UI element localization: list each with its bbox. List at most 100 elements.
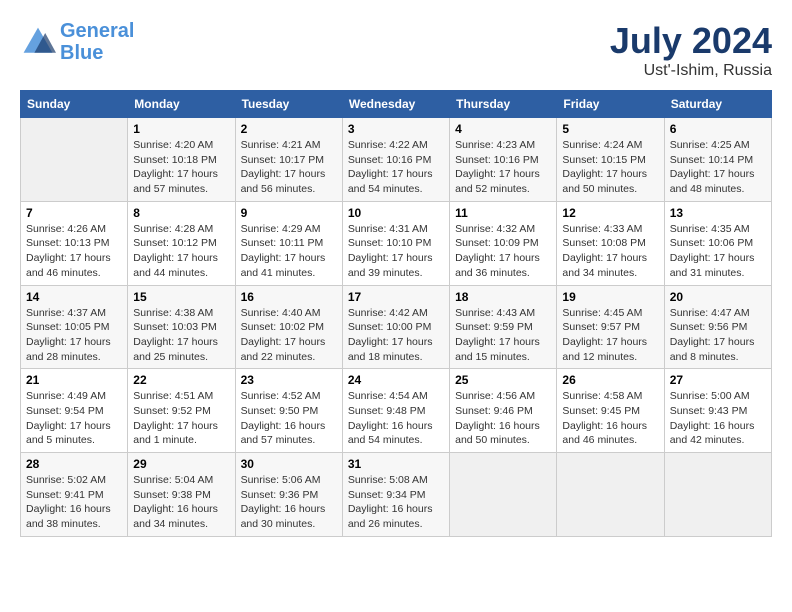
day-cell: 11Sunrise: 4:32 AM Sunset: 10:09 PM Dayl… [450, 201, 557, 285]
day-number: 5 [562, 122, 658, 136]
day-cell: 6 Sunrise: 4:25 AM Sunset: 10:14 PM Dayli… [664, 118, 771, 202]
day-number: 20 [670, 290, 766, 304]
page-header: General Blue July 2024 Ust'-Ishim, Russi… [20, 20, 772, 80]
day-cell: 18 Sunrise: 4:43 AM Sunset: 9:59 PM Dayli… [450, 285, 557, 369]
day-cell: 13 Sunrise: 4:35 AM Sunset: 10:06 PM Dayl… [664, 201, 771, 285]
day-number: 2 [241, 122, 337, 136]
weekday-header-thursday: Thursday [450, 91, 557, 118]
weekday-header-saturday: Saturday [664, 91, 771, 118]
day-number: 22 [133, 373, 229, 387]
day-number: 11 [455, 206, 551, 220]
day-number: 28 [26, 457, 122, 471]
day-cell [21, 118, 128, 202]
day-number: 24 [348, 373, 444, 387]
day-info: Sunrise: 5:02 AM Sunset: 9:41 PM Dayligh… [26, 473, 122, 532]
day-cell [664, 453, 771, 537]
day-number: 30 [241, 457, 337, 471]
day-cell [557, 453, 664, 537]
logo-text: General Blue [60, 20, 134, 64]
day-info: Sunrise: 4:33 AM Sunset: 10:08 PM Daylig… [562, 222, 658, 281]
day-cell: 28 Sunrise: 5:02 AM Sunset: 9:41 PM Dayli… [21, 453, 128, 537]
week-row-5: 28 Sunrise: 5:02 AM Sunset: 9:41 PM Dayli… [21, 453, 772, 537]
day-cell: 27 Sunrise: 5:00 AM Sunset: 9:43 PM Dayli… [664, 369, 771, 453]
day-number: 15 [133, 290, 229, 304]
day-number: 29 [133, 457, 229, 471]
calendar-table: SundayMondayTuesdayWednesdayThursdayFrid… [20, 90, 772, 537]
day-cell: 19Sunrise: 4:45 AM Sunset: 9:57 PM Dayli… [557, 285, 664, 369]
day-number: 13 [670, 206, 766, 220]
day-info: Sunrise: 4:52 AM Sunset: 9:50 PM Dayligh… [241, 389, 337, 448]
day-cell: 10Sunrise: 4:31 AM Sunset: 10:10 PM Dayl… [342, 201, 449, 285]
day-info: Sunrise: 4:22 AM Sunset: 10:16 PM Daylig… [348, 138, 444, 197]
day-cell: 2 Sunrise: 4:21 AM Sunset: 10:17 PM Dayli… [235, 118, 342, 202]
day-number: 17 [348, 290, 444, 304]
day-number: 4 [455, 122, 551, 136]
day-info: Sunrise: 5:06 AM Sunset: 9:36 PM Dayligh… [241, 473, 337, 532]
day-cell: 4 Sunrise: 4:23 AM Sunset: 10:16 PM Dayli… [450, 118, 557, 202]
day-info: Sunrise: 4:51 AM Sunset: 9:52 PM Dayligh… [133, 389, 229, 448]
day-number: 7 [26, 206, 122, 220]
day-cell: 20Sunrise: 4:47 AM Sunset: 9:56 PM Dayli… [664, 285, 771, 369]
day-cell: 29 Sunrise: 5:04 AM Sunset: 9:38 PM Dayli… [128, 453, 235, 537]
day-cell: 9 Sunrise: 4:29 AM Sunset: 10:11 PM Dayli… [235, 201, 342, 285]
logo-general: General [60, 20, 134, 42]
day-number: 14 [26, 290, 122, 304]
week-row-4: 21Sunrise: 4:49 AM Sunset: 9:54 PM Dayli… [21, 369, 772, 453]
day-cell: 22 Sunrise: 4:51 AM Sunset: 9:52 PM Dayli… [128, 369, 235, 453]
day-info: Sunrise: 4:56 AM Sunset: 9:46 PM Dayligh… [455, 389, 551, 448]
day-info: Sunrise: 4:54 AM Sunset: 9:48 PM Dayligh… [348, 389, 444, 448]
day-info: Sunrise: 4:21 AM Sunset: 10:17 PM Daylig… [241, 138, 337, 197]
weekday-header-row: SundayMondayTuesdayWednesdayThursdayFrid… [21, 91, 772, 118]
day-number: 8 [133, 206, 229, 220]
day-cell [450, 453, 557, 537]
day-cell: 3 Sunrise: 4:22 AM Sunset: 10:16 PM Dayli… [342, 118, 449, 202]
day-info: Sunrise: 4:43 AM Sunset: 9:59 PM Dayligh… [455, 306, 551, 365]
day-info: Sunrise: 4:25 AM Sunset: 10:14 PM Daylig… [670, 138, 766, 197]
day-number: 12 [562, 206, 658, 220]
day-info: Sunrise: 5:04 AM Sunset: 9:38 PM Dayligh… [133, 473, 229, 532]
day-info: Sunrise: 4:29 AM Sunset: 10:11 PM Daylig… [241, 222, 337, 281]
day-info: Sunrise: 4:38 AM Sunset: 10:03 PM Daylig… [133, 306, 229, 365]
weekday-header-monday: Monday [128, 91, 235, 118]
day-cell: 7 Sunrise: 4:26 AM Sunset: 10:13 PM Dayli… [21, 201, 128, 285]
week-row-3: 14Sunrise: 4:37 AM Sunset: 10:05 PM Dayl… [21, 285, 772, 369]
day-info: Sunrise: 4:23 AM Sunset: 10:16 PM Daylig… [455, 138, 551, 197]
day-info: Sunrise: 5:08 AM Sunset: 9:34 PM Dayligh… [348, 473, 444, 532]
logo-icon [20, 24, 56, 60]
day-info: Sunrise: 4:26 AM Sunset: 10:13 PM Daylig… [26, 222, 122, 281]
weekday-header-wednesday: Wednesday [342, 91, 449, 118]
day-number: 3 [348, 122, 444, 136]
day-number: 1 [133, 122, 229, 136]
day-number: 27 [670, 373, 766, 387]
weekday-header-friday: Friday [557, 91, 664, 118]
weekday-header-tuesday: Tuesday [235, 91, 342, 118]
day-cell: 1 Sunrise: 4:20 AM Sunset: 10:18 PM Dayli… [128, 118, 235, 202]
day-cell: 31Sunrise: 5:08 AM Sunset: 9:34 PM Dayli… [342, 453, 449, 537]
day-info: Sunrise: 4:24 AM Sunset: 10:15 PM Daylig… [562, 138, 658, 197]
week-row-1: 1 Sunrise: 4:20 AM Sunset: 10:18 PM Dayli… [21, 118, 772, 202]
day-info: Sunrise: 4:49 AM Sunset: 9:54 PM Dayligh… [26, 389, 122, 448]
day-number: 16 [241, 290, 337, 304]
day-cell: 24 Sunrise: 4:54 AM Sunset: 9:48 PM Dayli… [342, 369, 449, 453]
day-cell: 5 Sunrise: 4:24 AM Sunset: 10:15 PM Dayli… [557, 118, 664, 202]
day-cell: 8Sunrise: 4:28 AM Sunset: 10:12 PM Dayli… [128, 201, 235, 285]
day-info: Sunrise: 5:00 AM Sunset: 9:43 PM Dayligh… [670, 389, 766, 448]
logo-blue: Blue [60, 42, 103, 64]
day-info: Sunrise: 4:35 AM Sunset: 10:06 PM Daylig… [670, 222, 766, 281]
day-cell: 14Sunrise: 4:37 AM Sunset: 10:05 PM Dayl… [21, 285, 128, 369]
day-number: 25 [455, 373, 551, 387]
day-number: 9 [241, 206, 337, 220]
day-info: Sunrise: 4:20 AM Sunset: 10:18 PM Daylig… [133, 138, 229, 197]
day-info: Sunrise: 4:31 AM Sunset: 10:10 PM Daylig… [348, 222, 444, 281]
day-cell: 21Sunrise: 4:49 AM Sunset: 9:54 PM Dayli… [21, 369, 128, 453]
day-info: Sunrise: 4:42 AM Sunset: 10:00 PM Daylig… [348, 306, 444, 365]
day-cell: 25 Sunrise: 4:56 AM Sunset: 9:46 PM Dayli… [450, 369, 557, 453]
day-number: 18 [455, 290, 551, 304]
logo: General Blue [20, 20, 134, 64]
day-cell: 26Sunrise: 4:58 AM Sunset: 9:45 PM Dayli… [557, 369, 664, 453]
day-info: Sunrise: 4:58 AM Sunset: 9:45 PM Dayligh… [562, 389, 658, 448]
day-number: 6 [670, 122, 766, 136]
day-cell: 17 Sunrise: 4:42 AM Sunset: 10:00 PM Dayl… [342, 285, 449, 369]
day-cell: 15 Sunrise: 4:38 AM Sunset: 10:03 PM Dayl… [128, 285, 235, 369]
week-row-2: 7 Sunrise: 4:26 AM Sunset: 10:13 PM Dayli… [21, 201, 772, 285]
